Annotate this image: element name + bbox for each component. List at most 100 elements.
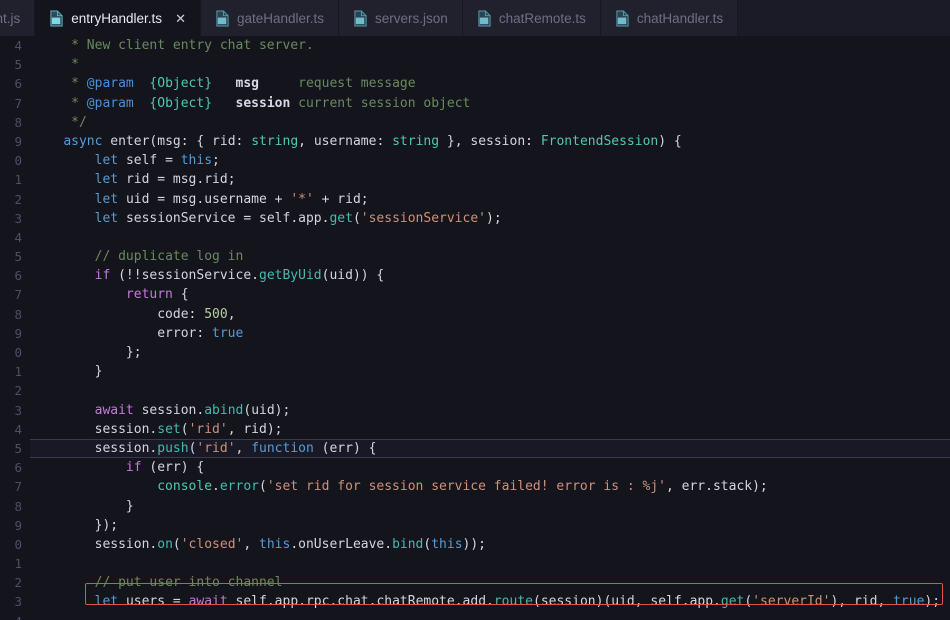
code-token: }	[32, 364, 103, 380]
code-line[interactable]	[30, 228, 950, 247]
code-line[interactable]: };	[30, 343, 950, 362]
code-token: console	[157, 479, 213, 495]
code-token: if	[94, 268, 111, 284]
editor-tab-chatremote-ts[interactable]: chatRemote.ts	[462, 0, 601, 36]
code-token: msg	[172, 172, 197, 188]
code-token: *	[32, 76, 87, 92]
code-line[interactable]: if (err) {	[30, 458, 950, 477]
code-line[interactable]: * New client entry chat server.	[30, 36, 950, 55]
code-token: (	[744, 594, 753, 610]
code-line[interactable]: code: 500,	[30, 305, 950, 324]
code-line[interactable]: let sessionService = self.app.get('sessi…	[30, 209, 950, 228]
code-token: getByUid	[259, 268, 322, 284]
code-line[interactable]: }	[30, 497, 950, 516]
code-line[interactable]: let uid = msg.username + '*' + rid;	[30, 190, 950, 209]
code-token: =	[235, 210, 259, 226]
json-file-icon	[354, 10, 367, 26]
code-token: await	[188, 594, 228, 610]
editor-tab-servers-json[interactable]: servers.json	[339, 0, 463, 36]
code-line[interactable]: });	[30, 516, 950, 535]
code-line[interactable]: error: true	[30, 324, 950, 343]
code-line[interactable]: return {	[30, 285, 950, 304]
line-number: 4	[14, 421, 22, 437]
code-token: current session object	[290, 95, 471, 111]
code-line[interactable]: *	[30, 55, 950, 74]
code-token: (	[180, 421, 189, 437]
code-token: FrontendSession	[540, 133, 659, 149]
editor-tab-gatehandler-ts[interactable]: gateHandler.ts	[200, 0, 340, 36]
tab-label: gateHandler.ts	[236, 10, 325, 26]
code-token: );	[486, 210, 502, 226]
line-number: 0	[14, 345, 22, 360]
code-token: .	[251, 268, 259, 284]
editor-tab-chathandler-ts[interactable]: chatHandler.ts	[600, 0, 739, 36]
code-token: session	[94, 440, 150, 456]
code-line[interactable]: async enter(msg: { rid: string, username…	[30, 132, 950, 151]
code-token: 'set rid for session service failed! err…	[266, 479, 666, 495]
code-token: ,	[235, 440, 252, 456]
editor-tab-entryhandler-ts[interactable]: entryHandler.ts ✕	[35, 0, 201, 36]
code-token: rid	[337, 191, 361, 207]
code-token: self	[259, 210, 291, 226]
code-token: session	[540, 594, 596, 610]
code-token: let	[94, 191, 119, 207]
code-token: rid	[853, 594, 878, 610]
code-token: uid	[611, 594, 635, 610]
line-number: 2	[14, 191, 22, 207]
line-number: 3	[14, 594, 22, 610]
code-line[interactable]: if (!!sessionService.getByUid(uid)) {	[30, 266, 950, 285]
code-line[interactable]: * @param {Object} msg request message	[30, 74, 950, 93]
code-token: abind	[204, 402, 244, 418]
code-token: err	[157, 460, 181, 476]
code-token: err	[681, 479, 706, 495]
code-token: =	[149, 172, 173, 188]
close-icon[interactable]: ✕	[175, 12, 186, 25]
code-token: ,	[877, 594, 894, 610]
tab-label: chatRemote.ts	[498, 10, 586, 26]
tab-bar-empty-space	[738, 0, 950, 36]
code-token: *	[32, 57, 79, 73]
code-line[interactable]: let users = await self.app.rpc.chat.chat…	[30, 592, 950, 611]
code-token: self	[650, 594, 682, 610]
editor-tab-lient-js[interactable]: lient.js	[0, 0, 36, 36]
code-content[interactable]: * New client entry chat server. * * @par…	[30, 36, 950, 620]
code-line[interactable]: console.error('set rid for session servi…	[30, 477, 950, 496]
line-number: 2	[14, 383, 22, 399]
code-line[interactable]: // put user into channel	[30, 573, 950, 592]
code-token: username	[204, 191, 267, 207]
code-line[interactable]: // duplicate log in	[30, 247, 950, 266]
code-line[interactable]: session.on('closed', this.onUserLeave.bi…	[30, 535, 950, 554]
code-line[interactable]: let self = this;	[30, 151, 950, 170]
code-token: sessionService	[141, 268, 252, 284]
code-line[interactable]	[30, 554, 950, 573]
code-token: 'closed'	[180, 536, 244, 552]
code-token: session	[94, 536, 150, 552]
code-token: (	[172, 536, 181, 552]
line-number: 8	[14, 306, 22, 322]
code-token: ,	[243, 536, 260, 552]
code-token: username	[313, 133, 377, 149]
code-line[interactable]: }	[30, 362, 950, 381]
code-line[interactable]: */	[30, 113, 950, 132]
code-line[interactable]	[30, 381, 950, 400]
code-editor-area: 4567890123456789012345678901234567890123…	[0, 36, 950, 620]
code-line[interactable]: session.set('rid', rid);	[30, 420, 950, 439]
code-line[interactable]: * @param {Object} session current sessio…	[30, 94, 950, 113]
code-line[interactable]: let rid = msg.rid;	[30, 170, 950, 189]
code-token: });	[32, 517, 119, 533]
line-number: 0	[14, 536, 22, 552]
code-line[interactable]: session.push('rid', function (err) {	[30, 438, 950, 459]
code-line[interactable]: await session.abind(uid);	[30, 401, 950, 420]
code-token: =	[157, 153, 181, 169]
